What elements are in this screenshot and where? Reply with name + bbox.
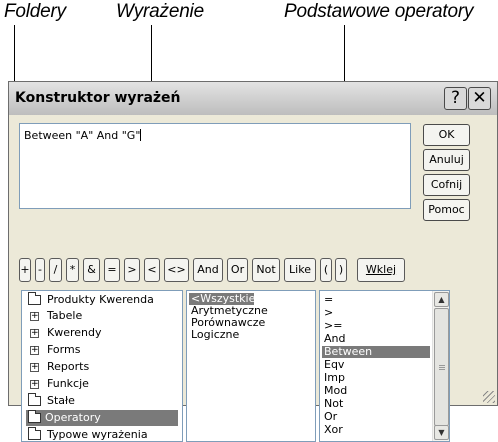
tree-item-tabele[interactable]: + Tabele [26, 308, 84, 324]
op-greater-button[interactable]: > [124, 258, 140, 282]
op-divide-button[interactable]: / [49, 258, 62, 282]
category-item-logical[interactable]: Logiczne [189, 329, 241, 341]
callout-operators-label: Podstawowe operatory [284, 1, 474, 22]
op-close-paren-button[interactable]: ) [335, 258, 347, 282]
categories-list[interactable]: <Wszystkie> Arytmetyczne Porównawcze Log… [186, 290, 316, 442]
op-open-paren-button[interactable]: ( [320, 258, 332, 282]
paste-button[interactable]: Wklej [357, 258, 405, 282]
folder-icon [28, 427, 41, 440]
tree-item-label: Stałe [47, 394, 75, 407]
tree-item-operatory[interactable]: Operatory [26, 410, 178, 426]
scroll-down-icon[interactable]: ▼ [434, 425, 449, 440]
operator-item[interactable]: And [322, 333, 347, 345]
operator-item[interactable]: Eqv [322, 359, 346, 371]
op-like-button[interactable]: Like [284, 258, 316, 282]
tree-item-label: Produkty Kwerenda [47, 293, 154, 306]
expand-plus-icon[interactable]: + [30, 329, 39, 338]
tree-item-typowe-wyrazenia[interactable]: Typowe wyrażenia [26, 427, 150, 441]
expression-text: Between "A" And "G" [24, 129, 141, 142]
undo-button[interactable]: Cofnij [423, 174, 470, 196]
tree-item-label: Funkcje [47, 377, 89, 390]
tree-item-reports[interactable]: + Reports [26, 359, 91, 375]
tree-item-label: Tabele [47, 309, 83, 322]
window-title: Konstruktor wyrażeń [15, 90, 181, 106]
tree-item-label: Reports [47, 360, 90, 373]
operator-item[interactable]: Imp [322, 372, 347, 384]
paste-button-label: Wklej [365, 263, 397, 276]
help-button[interactable]: Pomoc [423, 199, 470, 221]
operators-scrollbar[interactable]: ▲ ▼ [432, 291, 449, 441]
operator-item[interactable]: > [322, 307, 335, 319]
tree-item-label: Operatory [45, 411, 101, 424]
expand-plus-icon[interactable]: + [30, 346, 39, 355]
operator-item[interactable]: >= [322, 320, 344, 332]
expression-builder-dialog: Konstruktor wyrażeń ? ✕ Between "A" And … [8, 81, 498, 442]
operators-list[interactable]: = > >= And Between Eqv Imp Mod Not Or Xo… [319, 290, 450, 442]
cancel-button[interactable]: Anuluj [423, 149, 470, 171]
callout-expression-label: Wyrażenie [116, 1, 204, 22]
undo-button-label: Cofnij [430, 178, 463, 191]
op-minus-button[interactable]: - [35, 258, 45, 282]
scroll-thumb[interactable] [434, 308, 449, 426]
operator-item[interactable]: = [322, 294, 335, 306]
operator-item[interactable]: Or [322, 411, 339, 423]
operator-item-selected[interactable]: Between [322, 346, 430, 358]
scroll-up-icon[interactable]: ▲ [434, 292, 449, 307]
folders-tree[interactable]: Produkty Kwerenda + Tabele + Kwerendy + … [21, 290, 183, 442]
grip-line [439, 367, 445, 368]
tree-item-label: Kwerendy [47, 326, 102, 339]
folder-icon [28, 393, 41, 406]
operator-item[interactable]: Xor [322, 424, 345, 436]
help-question-icon[interactable]: ? [444, 87, 467, 110]
tree-item-label: Forms [47, 343, 81, 356]
tree-item-funkcje[interactable]: + Funkcje [26, 376, 91, 392]
callout-folders-label: Foldery [4, 1, 66, 22]
op-multiply-button[interactable]: * [66, 258, 79, 282]
op-plus-button[interactable]: + [19, 258, 31, 282]
expression-textbox[interactable]: Between "A" And "G" [19, 123, 411, 209]
expand-plus-icon[interactable]: + [30, 380, 39, 389]
tree-item-stale[interactable]: Stałe [26, 393, 77, 409]
title-bar: Konstruktor wyrażeń ? ✕ [9, 82, 497, 115]
op-concat-button[interactable]: & [83, 258, 100, 282]
open-folder-icon [28, 410, 41, 423]
resize-grip-icon[interactable] [483, 391, 495, 403]
op-or-button[interactable]: Or [227, 258, 248, 282]
text-caret [140, 129, 142, 141]
tree-item-kwerendy[interactable]: + Kwerendy [26, 325, 104, 341]
tree-item-forms[interactable]: + Forms [26, 342, 82, 358]
op-and-button[interactable]: And [193, 258, 223, 282]
expand-plus-icon[interactable]: + [30, 363, 39, 372]
close-icon[interactable]: ✕ [468, 87, 491, 110]
op-not-button[interactable]: Not [252, 258, 280, 282]
grip-line [439, 365, 445, 366]
ok-button[interactable]: OK [423, 124, 470, 146]
op-less-button[interactable]: < [144, 258, 160, 282]
grip-line [439, 369, 445, 370]
op-notequal-button[interactable]: <> [164, 258, 189, 282]
tree-item-produkty-kwerenda[interactable]: Produkty Kwerenda [26, 292, 156, 308]
op-equal-button[interactable]: = [104, 258, 120, 282]
operator-item[interactable]: Mod [322, 385, 349, 397]
tree-item-label: Typowe wyrażenia [47, 428, 148, 441]
expand-plus-icon[interactable]: + [30, 312, 39, 321]
folder-icon [28, 292, 41, 305]
operator-item[interactable]: Not [322, 398, 345, 410]
